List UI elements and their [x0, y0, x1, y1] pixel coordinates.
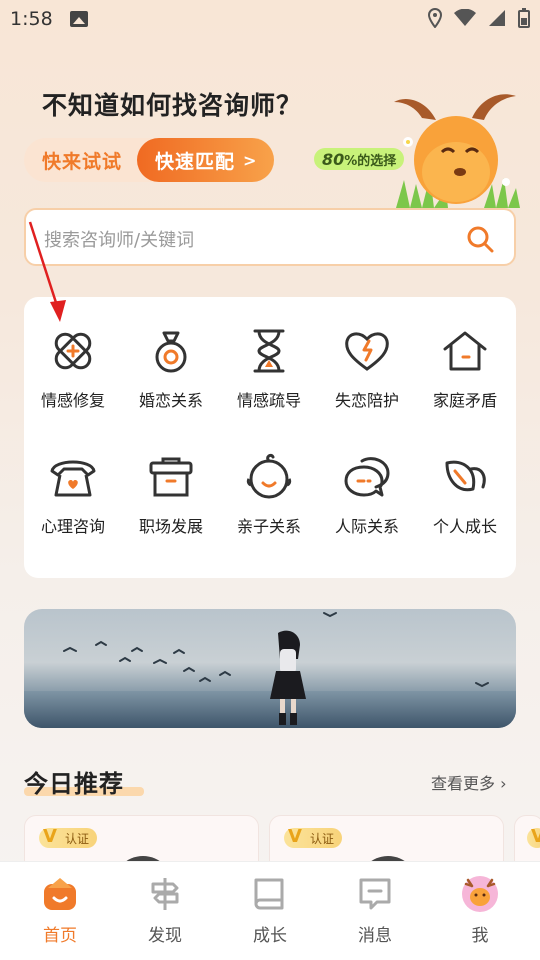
category-personal-growth[interactable]: 个人成长: [416, 453, 514, 553]
nav-discover[interactable]: 发现: [115, 876, 215, 946]
certified-badge: V 认证: [284, 826, 343, 848]
ring-icon: [155, 331, 187, 373]
nav-label: 成长: [253, 926, 287, 946]
house-icon: [443, 331, 487, 371]
certified-label: 认证: [310, 831, 335, 846]
v-badge-icon: V: [288, 826, 302, 847]
nav-label: 首页: [43, 926, 77, 946]
certified-badge: V: [527, 826, 540, 848]
deer-mascot-illustration: [394, 94, 520, 208]
nav-me[interactable]: 我: [430, 876, 530, 946]
category-label: 婚恋关系: [138, 391, 203, 410]
signpost-icon: [151, 878, 179, 910]
bandage-icon: [54, 332, 92, 370]
nav-label: 发现: [148, 926, 182, 946]
battery-icon: [518, 8, 530, 28]
nav-home[interactable]: 首页: [10, 876, 110, 946]
banner-illustration: [63, 612, 489, 725]
v-badge-icon: V: [531, 826, 540, 847]
category-emotion-repair[interactable]: 情感修复: [24, 327, 122, 427]
category-interpersonal[interactable]: 人际关系: [318, 453, 416, 553]
promo-banner[interactable]: [24, 609, 516, 728]
nav-growth[interactable]: 成长: [220, 876, 320, 946]
badge-number: 80: [322, 149, 345, 169]
hero-title: 不知道如何找咨询师？: [42, 91, 303, 120]
quick-match-label: 快速匹配: [155, 150, 236, 173]
telephone-icon: [50, 460, 96, 497]
chat-bubbles-icon: [344, 457, 390, 497]
view-more-link[interactable]: 查看更多 ›: [431, 770, 507, 794]
category-label: 失恋陪护: [334, 391, 399, 410]
book-icon: [254, 878, 284, 910]
wifi-icon: [454, 9, 476, 26]
category-psych-consult[interactable]: 心理咨询: [24, 453, 122, 553]
deer-avatar-icon: [462, 876, 498, 912]
category-parent-child[interactable]: 亲子关系: [220, 453, 318, 553]
location-icon: [428, 8, 442, 28]
category-label: 亲子关系: [236, 517, 301, 536]
category-label: 情感疏导: [236, 391, 301, 410]
nav-label: 我: [471, 926, 489, 946]
category-family-conflict[interactable]: 家庭矛盾: [416, 327, 514, 427]
gallery-notification-icon: [70, 11, 88, 27]
signal-icon: [489, 10, 505, 26]
briefcase-icon: [149, 457, 193, 497]
baby-face-icon: [246, 453, 292, 499]
message-icon: [359, 878, 391, 910]
category-marriage[interactable]: 婚恋关系: [122, 327, 220, 427]
nav-messages[interactable]: 消息: [325, 876, 425, 946]
search-input[interactable]: 搜索咨询师/关键词: [24, 208, 516, 266]
status-icons: [428, 8, 530, 28]
category-career[interactable]: 职场发展: [122, 453, 220, 553]
nav-label: 消息: [358, 926, 392, 946]
certified-badge: V 认证: [39, 826, 98, 848]
status-time: 1:58: [10, 8, 53, 30]
category-label: 个人成长: [432, 517, 497, 536]
certified-label: 认证: [65, 831, 90, 846]
chevron-right-icon: >: [243, 150, 258, 170]
search-placeholder: 搜索咨询师/关键词: [44, 230, 195, 251]
status-bar: 1:58: [0, 0, 540, 38]
home-icon: [44, 878, 76, 910]
recommend-title: 今日推荐: [24, 770, 124, 798]
quick-match-button[interactable]: 快速匹配 >: [137, 138, 274, 182]
category-emotion-guidance[interactable]: 情感疏导: [220, 327, 318, 427]
category-breakup-support[interactable]: 失恋陪护: [318, 327, 416, 427]
broken-heart-icon: [345, 332, 389, 371]
category-grid: 情感修复 婚恋关系 情感疏导 失恋陪护 家庭矛盾 心理咨询 职场发展 亲子关系 …: [24, 297, 516, 578]
category-label: 职场发展: [138, 517, 203, 536]
hero-try-label: 快来试试: [42, 151, 123, 173]
v-badge-icon: V: [43, 826, 57, 847]
category-label: 情感修复: [40, 391, 105, 410]
search-icon[interactable]: [466, 225, 494, 253]
leaf-icon: [445, 460, 486, 492]
category-label: 人际关系: [334, 517, 399, 536]
hourglass-icon: [253, 329, 285, 373]
category-label: 心理咨询: [40, 517, 105, 536]
category-label: 家庭矛盾: [432, 391, 497, 410]
bottom-navigation: 首页 发现 成长 消息 我: [0, 861, 540, 960]
